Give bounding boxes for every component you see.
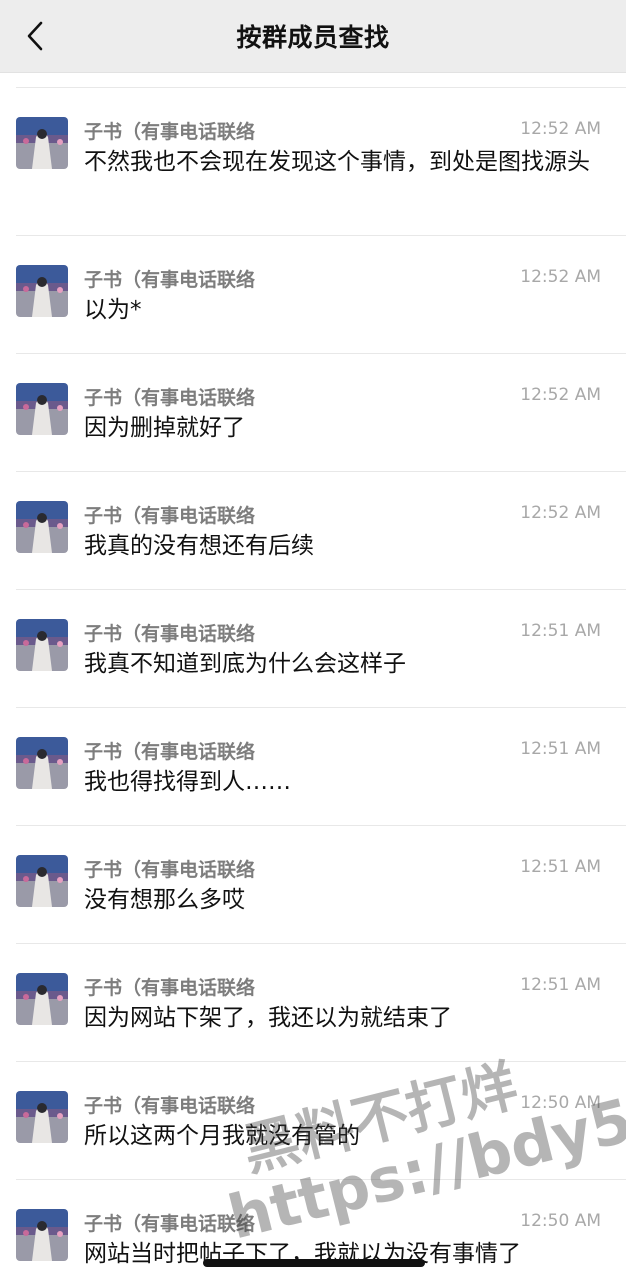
message-item[interactable]: 子书（有事电话联络 12:52 AM 因为删掉就好了	[16, 354, 626, 472]
message-time: 12:51 AM	[520, 975, 601, 995]
avatar[interactable]	[16, 619, 68, 671]
sender-name: 子书（有事电话联络	[84, 1213, 256, 1235]
message-item[interactable]: 子书（有事电话联络 12:52 AM 我真的没有想还有后续	[16, 472, 626, 590]
app-screen: 按群成员查找 子书（有事电话联络 12:52 AM 不然我也不会现在发现这个事情…	[0, 0, 626, 1280]
sender-name: 子书（有事电话联络	[84, 505, 256, 527]
sender-name: 子书（有事电话联络	[84, 387, 256, 409]
avatar[interactable]	[16, 973, 68, 1025]
sender-name: 子书（有事电话联络	[84, 623, 256, 645]
message-item[interactable]: 子书（有事电话联络 12:50 AM 所以这两个月我就没有管的	[16, 1062, 626, 1180]
message-time: 12:52 AM	[520, 503, 601, 523]
message-time: 12:52 AM	[520, 267, 601, 287]
message-list: 子书（有事电话联络 12:52 AM 不然我也不会现在发现这个事情，到处是图找源…	[0, 87, 626, 1280]
message-text: 不然我也不会现在发现这个事情，到处是图找源头	[84, 149, 590, 175]
avatar[interactable]	[16, 1209, 68, 1261]
message-item[interactable]: 子书（有事电话联络 12:52 AM 以为*	[16, 236, 626, 354]
message-text: 因为网站下架了，我还以为就结束了	[84, 1005, 452, 1031]
message-text: 我真不知道到底为什么会这样子	[84, 651, 406, 677]
message-item[interactable]: 子书（有事电话联络 12:51 AM 我也得找得到人……	[16, 708, 626, 826]
sender-name: 子书（有事电话联络	[84, 859, 256, 881]
avatar[interactable]	[16, 383, 68, 435]
message-time: 12:51 AM	[520, 739, 601, 759]
sender-name: 子书（有事电话联络	[84, 977, 256, 999]
home-indicator[interactable]	[203, 1259, 425, 1267]
message-time: 12:50 AM	[520, 1211, 601, 1231]
sender-name: 子书（有事电话联络	[84, 121, 256, 143]
avatar[interactable]	[16, 737, 68, 789]
message-item[interactable]: 子书（有事电话联络 12:52 AM 不然我也不会现在发现这个事情，到处是图找源…	[16, 88, 626, 236]
message-text: 没有想那么多哎	[84, 887, 245, 913]
navigation-bar: 按群成员查找	[0, 0, 626, 73]
message-text: 以为*	[84, 297, 142, 323]
message-text: 所以这两个月我就没有管的	[84, 1123, 360, 1149]
message-item[interactable]: 子书（有事电话联络 12:51 AM 因为网站下架了，我还以为就结束了	[16, 944, 626, 1062]
avatar[interactable]	[16, 1091, 68, 1143]
message-text: 因为删掉就好了	[84, 415, 245, 441]
page-title: 按群成员查找	[236, 23, 390, 52]
message-item[interactable]: 子书（有事电话联络 12:51 AM 没有想那么多哎	[16, 826, 626, 944]
sender-name: 子书（有事电话联络	[84, 269, 256, 291]
message-item[interactable]: 子书（有事电话联络 12:51 AM 我真不知道到底为什么会这样子	[16, 590, 626, 708]
avatar[interactable]	[16, 855, 68, 907]
avatar[interactable]	[16, 501, 68, 553]
message-time: 12:51 AM	[520, 857, 601, 877]
avatar[interactable]	[16, 265, 68, 317]
message-text: 我真的没有想还有后续	[84, 533, 314, 559]
message-time: 12:51 AM	[520, 621, 601, 641]
message-time: 12:52 AM	[520, 119, 601, 139]
sender-name: 子书（有事电话联络	[84, 1095, 256, 1117]
sender-name: 子书（有事电话联络	[84, 741, 256, 763]
avatar[interactable]	[16, 117, 68, 169]
message-text: 我也得找得到人……	[84, 769, 291, 795]
message-time: 12:50 AM	[520, 1093, 601, 1113]
message-time: 12:52 AM	[520, 385, 601, 405]
